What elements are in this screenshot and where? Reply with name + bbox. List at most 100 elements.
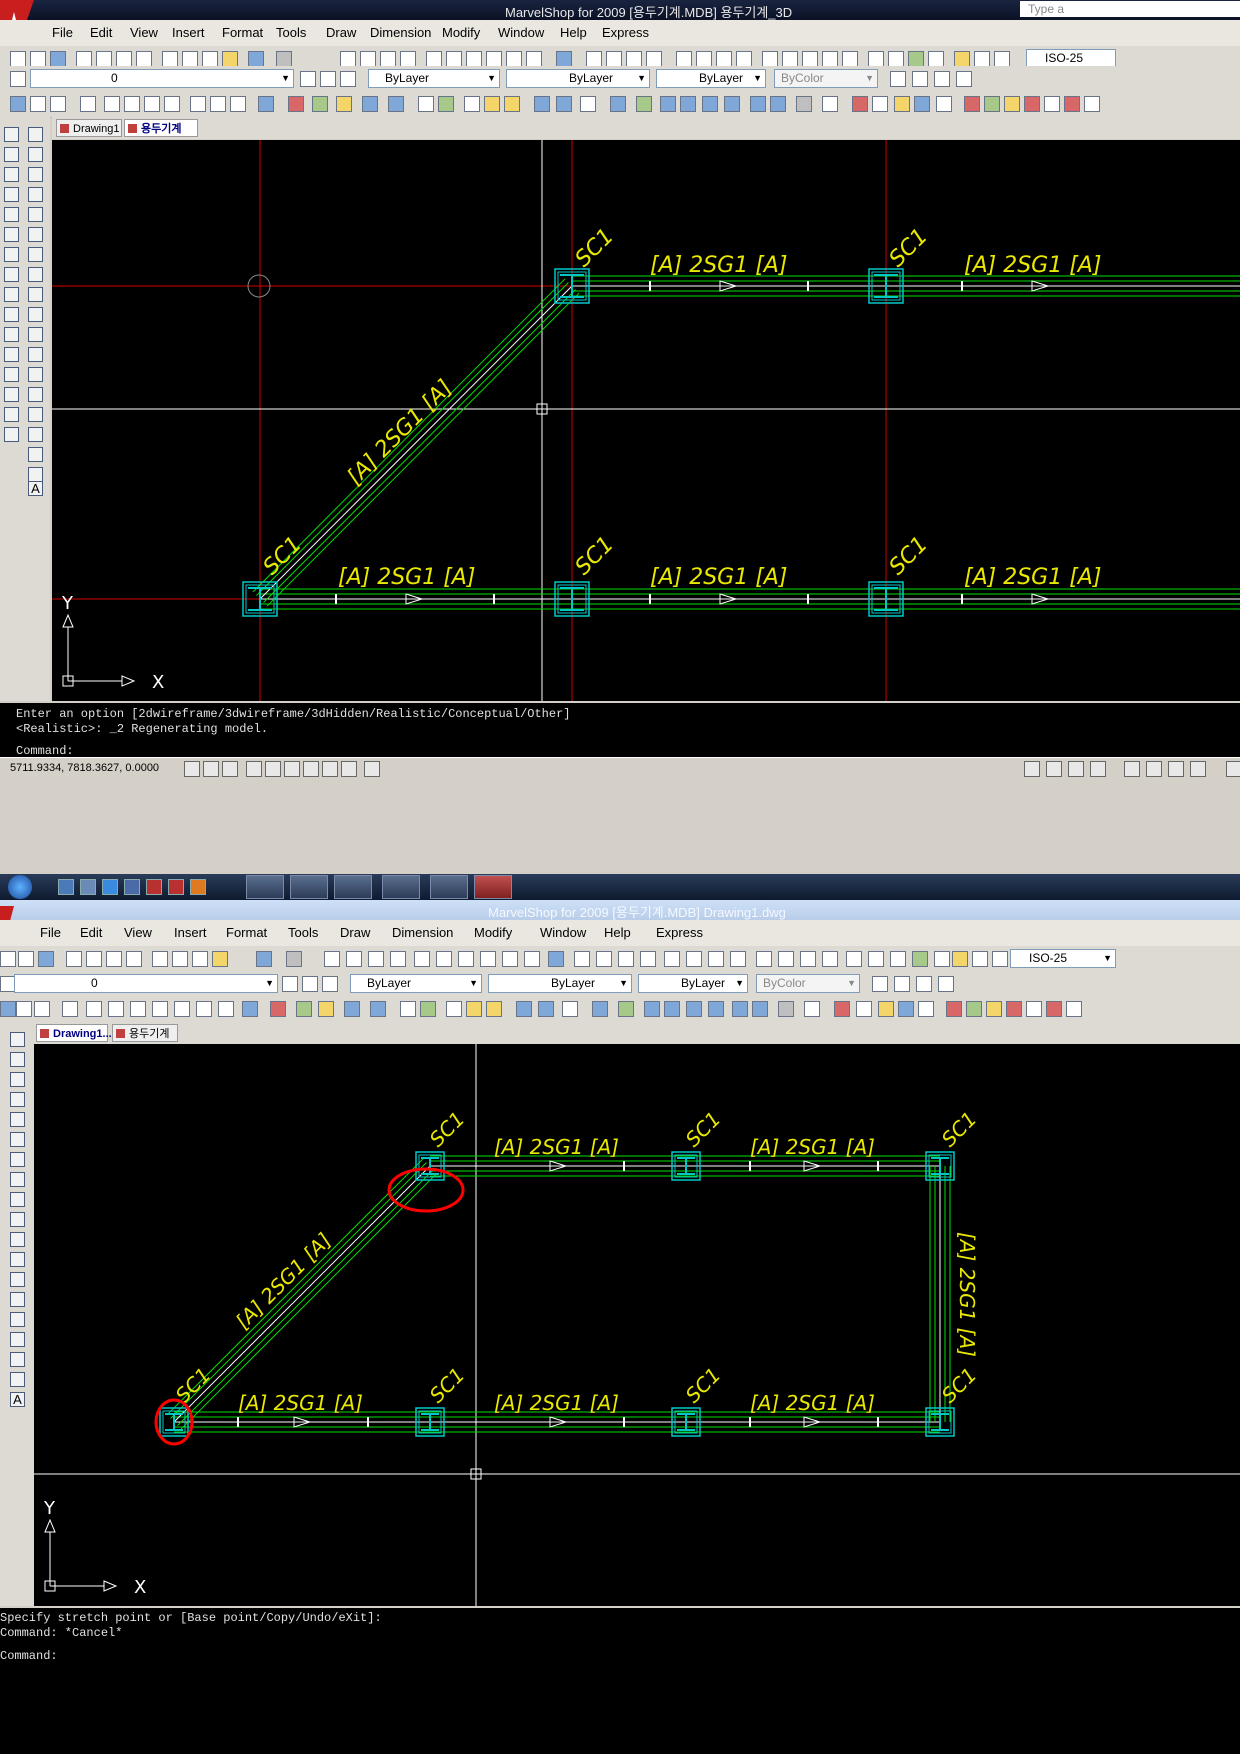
ducs-toggle-icon[interactable]: [303, 761, 319, 777]
menu-insert[interactable]: Insert: [172, 25, 205, 40]
menu-edit[interactable]: Edit: [80, 925, 102, 940]
line-icon[interactable]: [28, 127, 43, 142]
dim-diameter-icon[interactable]: [708, 951, 724, 967]
tool-icon-10[interactable]: [196, 1001, 212, 1017]
arc-icon[interactable]: [10, 1132, 25, 1147]
polar-toggle-icon[interactable]: [246, 761, 262, 777]
tool-icon-18[interactable]: [420, 1001, 436, 1017]
tool-icon-40[interactable]: [964, 96, 980, 112]
tool-icon-28[interactable]: [680, 96, 696, 112]
tool-icon-21[interactable]: [486, 1001, 502, 1017]
rotate-icon[interactable]: [4, 247, 19, 262]
tool-icon-39[interactable]: [918, 1001, 934, 1017]
command-window[interactable]: Enter an option [2dwireframe/3dwireframe…: [0, 703, 1240, 758]
insert-block-icon[interactable]: [10, 1252, 25, 1267]
annotation-scale-icon[interactable]: [1226, 761, 1240, 777]
dim-baseline-icon[interactable]: [782, 51, 798, 67]
publish-icon[interactable]: [116, 51, 132, 67]
tool-icon-33[interactable]: [778, 1001, 794, 1017]
hatch-icon[interactable]: [28, 407, 43, 422]
cut-icon[interactable]: [162, 51, 178, 67]
tool-icon-35[interactable]: [852, 96, 868, 112]
gradient-icon[interactable]: [10, 1332, 25, 1347]
polyline-icon[interactable]: [10, 1072, 25, 1087]
cut-icon[interactable]: [152, 951, 168, 967]
tool-icon-4[interactable]: [62, 1001, 78, 1017]
quicklaunch-icon-5[interactable]: [168, 879, 184, 895]
color-select[interactable]: ByLayer ▼: [350, 974, 482, 993]
named-views-icon[interactable]: [894, 976, 910, 992]
rectangle-icon[interactable]: [28, 207, 43, 222]
zoom-previous-icon[interactable]: [400, 51, 416, 67]
tolerance-icon[interactable]: [868, 951, 884, 967]
jogged-linear-icon[interactable]: [934, 951, 950, 967]
tool-icon-9[interactable]: [174, 1001, 190, 1017]
tool-icon-8[interactable]: [164, 96, 180, 112]
tab-drawing1[interactable]: Drawing1...: [36, 1024, 112, 1042]
designcenter-icon[interactable]: [446, 51, 462, 67]
quickview-drawings-icon[interactable]: [1090, 761, 1106, 777]
menu-dimension[interactable]: Dimension: [392, 925, 453, 940]
dyn-toggle-icon[interactable]: [322, 761, 338, 777]
tool-icon-44[interactable]: [1044, 96, 1060, 112]
tool-icon-34[interactable]: [804, 1001, 820, 1017]
new-icon[interactable]: [0, 951, 16, 967]
tool-icon-43[interactable]: [1024, 96, 1040, 112]
circle-icon[interactable]: [10, 1152, 25, 1167]
tool-icon-19[interactable]: [446, 1001, 462, 1017]
tab-drawing1[interactable]: Drawing1: [56, 119, 122, 137]
sheetset-icon[interactable]: [486, 51, 502, 67]
tool-icon-36[interactable]: [872, 96, 888, 112]
spline-icon[interactable]: [10, 1192, 25, 1207]
mtext-icon[interactable]: A: [28, 481, 43, 496]
ortho-toggle-icon[interactable]: [222, 761, 238, 777]
point-icon[interactable]: [10, 1292, 25, 1307]
tool-icon-41[interactable]: [966, 1001, 982, 1017]
tool-icon-31[interactable]: [732, 1001, 748, 1017]
viewport-icon[interactable]: [934, 71, 950, 87]
copy-icon[interactable]: [182, 51, 198, 67]
tool-icon-12[interactable]: [258, 96, 274, 112]
chamfer-icon[interactable]: [4, 387, 19, 402]
layer-states-icon[interactable]: [322, 976, 338, 992]
view-icon[interactable]: [872, 976, 888, 992]
tool-icon-29[interactable]: [686, 1001, 702, 1017]
make-current-icon[interactable]: [282, 976, 298, 992]
move-icon[interactable]: [4, 227, 19, 242]
tool-icon-38[interactable]: [914, 96, 930, 112]
taskbar-excel-button[interactable]: [334, 875, 372, 899]
help-icon[interactable]: [556, 51, 572, 67]
tool-icon-20[interactable]: [466, 1001, 482, 1017]
stretch-icon[interactable]: [4, 287, 19, 302]
line-icon[interactable]: [10, 1032, 25, 1047]
zoom-realtime-icon[interactable]: [360, 51, 376, 67]
tool-icon-17[interactable]: [418, 96, 434, 112]
center-mark-icon[interactable]: [890, 951, 906, 967]
tool-icon-27[interactable]: [644, 1001, 660, 1017]
break-icon[interactable]: [4, 347, 19, 362]
tolerance-icon[interactable]: [868, 51, 884, 67]
toolpalettes-icon[interactable]: [466, 51, 482, 67]
mtext-icon[interactable]: A: [10, 1392, 25, 1407]
mirror-icon[interactable]: [4, 167, 19, 182]
command-prompt[interactable]: Command:: [0, 1649, 58, 1663]
redo-icon[interactable]: [286, 951, 302, 967]
tool-icon-42[interactable]: [986, 1001, 1002, 1017]
arc-icon[interactable]: [28, 227, 43, 242]
dim-update-icon[interactable]: [992, 951, 1008, 967]
markup-icon[interactable]: [506, 51, 522, 67]
dim-edit-icon[interactable]: [952, 951, 968, 967]
drawing-svg[interactable]: SC1 SC1 SC1SC1 SC1 SC1 SC1[A] 2SG1 [A] [A] 2SG…: [34, 1044, 1240, 1606]
polygon-icon[interactable]: [10, 1092, 25, 1107]
ellipse-arc-icon[interactable]: [10, 1232, 25, 1247]
join-icon[interactable]: [4, 367, 19, 382]
scale-icon[interactable]: [4, 267, 19, 282]
drawing-canvas[interactable]: SC1 SC1 SC1 SC1 SC1 [A] 2SG1 [A] [A] 2SG1 [A][…: [52, 140, 1240, 701]
save-icon[interactable]: [38, 951, 54, 967]
tool-icon-13[interactable]: [288, 96, 304, 112]
lineweight-select[interactable]: ByLayer ▼: [656, 69, 766, 88]
tool-icon-24[interactable]: [562, 1001, 578, 1017]
circle-icon[interactable]: [28, 247, 43, 262]
menu-format[interactable]: Format: [222, 25, 263, 40]
help-icon[interactable]: [388, 96, 404, 112]
